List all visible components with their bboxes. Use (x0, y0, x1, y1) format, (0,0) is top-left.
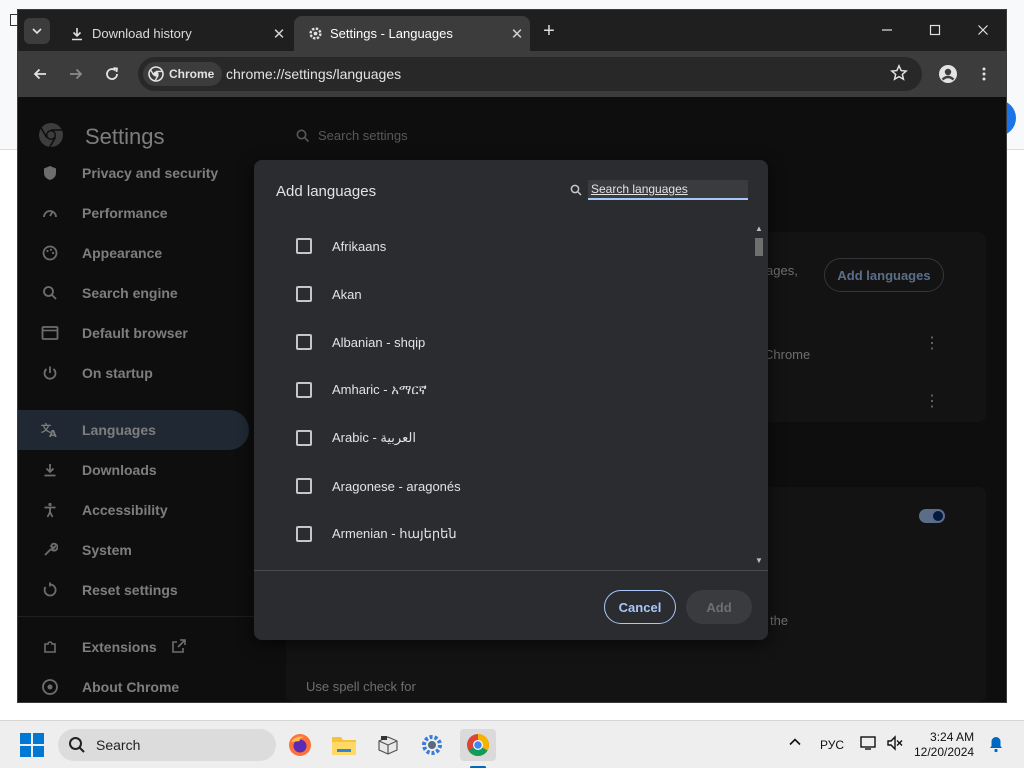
clock-date: 12/20/2024 (914, 745, 975, 759)
cancel-button[interactable]: Cancel (604, 590, 676, 624)
start-button[interactable] (20, 733, 44, 757)
forward-button[interactable] (60, 58, 92, 90)
input-language-indicator[interactable]: РУС (820, 738, 844, 752)
scroll-up-arrow-icon[interactable]: ▲ (755, 224, 763, 233)
dialog-title: Add languages (276, 183, 377, 200)
reload-button[interactable] (96, 58, 128, 90)
reload-icon (106, 67, 119, 80)
close-icon (978, 25, 988, 35)
list-item[interactable]: Albanian - shqip (296, 318, 425, 366)
browser-window: Download history ✕ Settings - Languages … (18, 10, 1006, 702)
language-label: Aragonese - aragonés (332, 478, 461, 494)
scroll-down-arrow-icon[interactable]: ▼ (755, 556, 763, 565)
volume-muted-icon[interactable] (886, 735, 904, 754)
close-window-button[interactable] (960, 10, 1006, 50)
box-icon (378, 736, 398, 755)
language-search-input[interactable] (588, 180, 748, 200)
address-bar[interactable]: Chrome chrome://settings/languages (138, 57, 922, 91)
taskbar: Search РУС 3:24 AM 12/20/2024 (0, 720, 1024, 768)
menu-button[interactable] (968, 58, 1000, 90)
system-clock[interactable]: 3:24 AM 12/20/2024 (914, 730, 974, 760)
arrow-right-icon (70, 68, 83, 80)
language-checkbox[interactable] (296, 526, 312, 542)
list-item[interactable]: Afrikaans (296, 222, 386, 270)
language-checkbox[interactable] (296, 430, 312, 446)
search-icon (570, 184, 582, 196)
language-checkbox[interactable] (296, 382, 312, 398)
tab-settings-languages[interactable]: Settings - Languages ✕ (294, 16, 530, 51)
arrow-left-icon (33, 68, 46, 80)
tab-download-history[interactable]: Download history ✕ (56, 16, 292, 51)
dialog-divider (254, 570, 768, 571)
tab-label: Settings - Languages (330, 26, 453, 41)
minimize-button[interactable] (864, 10, 910, 50)
language-label: Akan (332, 286, 362, 302)
download-icon (62, 27, 92, 41)
chip-label: Chrome (169, 67, 215, 81)
language-checkbox[interactable] (296, 334, 312, 350)
gear-icon (300, 26, 330, 41)
language-list-scrollbar[interactable]: ▲ ▼ (752, 222, 766, 568)
folder-icon (332, 737, 356, 755)
language-checkbox[interactable] (296, 478, 312, 494)
list-item[interactable]: Amharic - አማርኛ (296, 366, 427, 414)
windows-logo-icon (20, 733, 44, 757)
add-languages-dialog: Add languages Afrikaans Akan Albanian - … (254, 160, 768, 640)
settings-app[interactable] (416, 729, 448, 761)
avatar-icon (939, 65, 957, 83)
language-label: Amharic - አማርኛ (332, 382, 427, 397)
taskbar-search[interactable]: Search (58, 729, 276, 761)
language-label: Albanian - shqip (332, 334, 426, 350)
list-item[interactable]: Akan (296, 270, 362, 318)
bookmark-star-icon[interactable] (890, 64, 908, 87)
language-label: Afrikaans (332, 238, 387, 254)
chrome-app[interactable] (460, 729, 496, 761)
back-button[interactable] (24, 58, 56, 90)
browser-toolbar: Chrome chrome://settings/languages (18, 51, 1006, 97)
language-label: Arabic - العربية (332, 430, 416, 445)
chrome-icon (467, 734, 489, 756)
close-icon[interactable]: ✕ (266, 25, 292, 43)
maximize-icon (929, 24, 941, 36)
scrollbar-thumb[interactable] (755, 238, 763, 256)
list-item[interactable]: Armenian - հայերեն (296, 510, 457, 558)
network-icon[interactable] (860, 735, 878, 754)
language-search (570, 180, 748, 200)
package-app[interactable] (372, 729, 404, 761)
new-tab-button[interactable]: + (536, 18, 562, 44)
profile-button[interactable] (932, 58, 964, 90)
language-list: Afrikaans Akan Albanian - shqip Amharic … (254, 222, 754, 568)
maximize-button[interactable] (912, 10, 958, 50)
site-info-chip[interactable]: Chrome (143, 62, 223, 86)
tab-strip: Download history ✕ Settings - Languages … (18, 10, 1006, 51)
chrome-icon (148, 66, 164, 82)
firefox-icon (289, 734, 311, 756)
url-text[interactable]: chrome://settings/languages (226, 66, 401, 82)
list-item[interactable]: Arabic - العربية (296, 414, 416, 462)
tab-label: Download history (92, 26, 192, 41)
language-checkbox[interactable] (296, 286, 312, 302)
notification-bell-icon[interactable] (988, 735, 1004, 756)
language-label: Armenian - հայերեն (332, 526, 457, 541)
tray-overflow-chevron-icon[interactable] (788, 735, 802, 752)
file-explorer-app[interactable] (328, 729, 360, 761)
close-icon[interactable]: ✕ (504, 25, 530, 43)
clock-time: 3:24 AM (930, 730, 975, 744)
add-button[interactable]: Add (686, 590, 752, 624)
list-item[interactable]: Aragonese - aragonés (296, 462, 461, 510)
firefox-app[interactable] (284, 729, 316, 761)
chevron-down-icon (32, 28, 42, 35)
minimize-icon (882, 29, 892, 31)
tab-search-button[interactable] (24, 18, 50, 44)
more-vertical-icon (982, 67, 986, 81)
language-checkbox[interactable] (296, 238, 312, 254)
taskbar-search-label: Search (96, 737, 141, 753)
gear-icon (422, 735, 442, 755)
search-icon (69, 737, 85, 753)
